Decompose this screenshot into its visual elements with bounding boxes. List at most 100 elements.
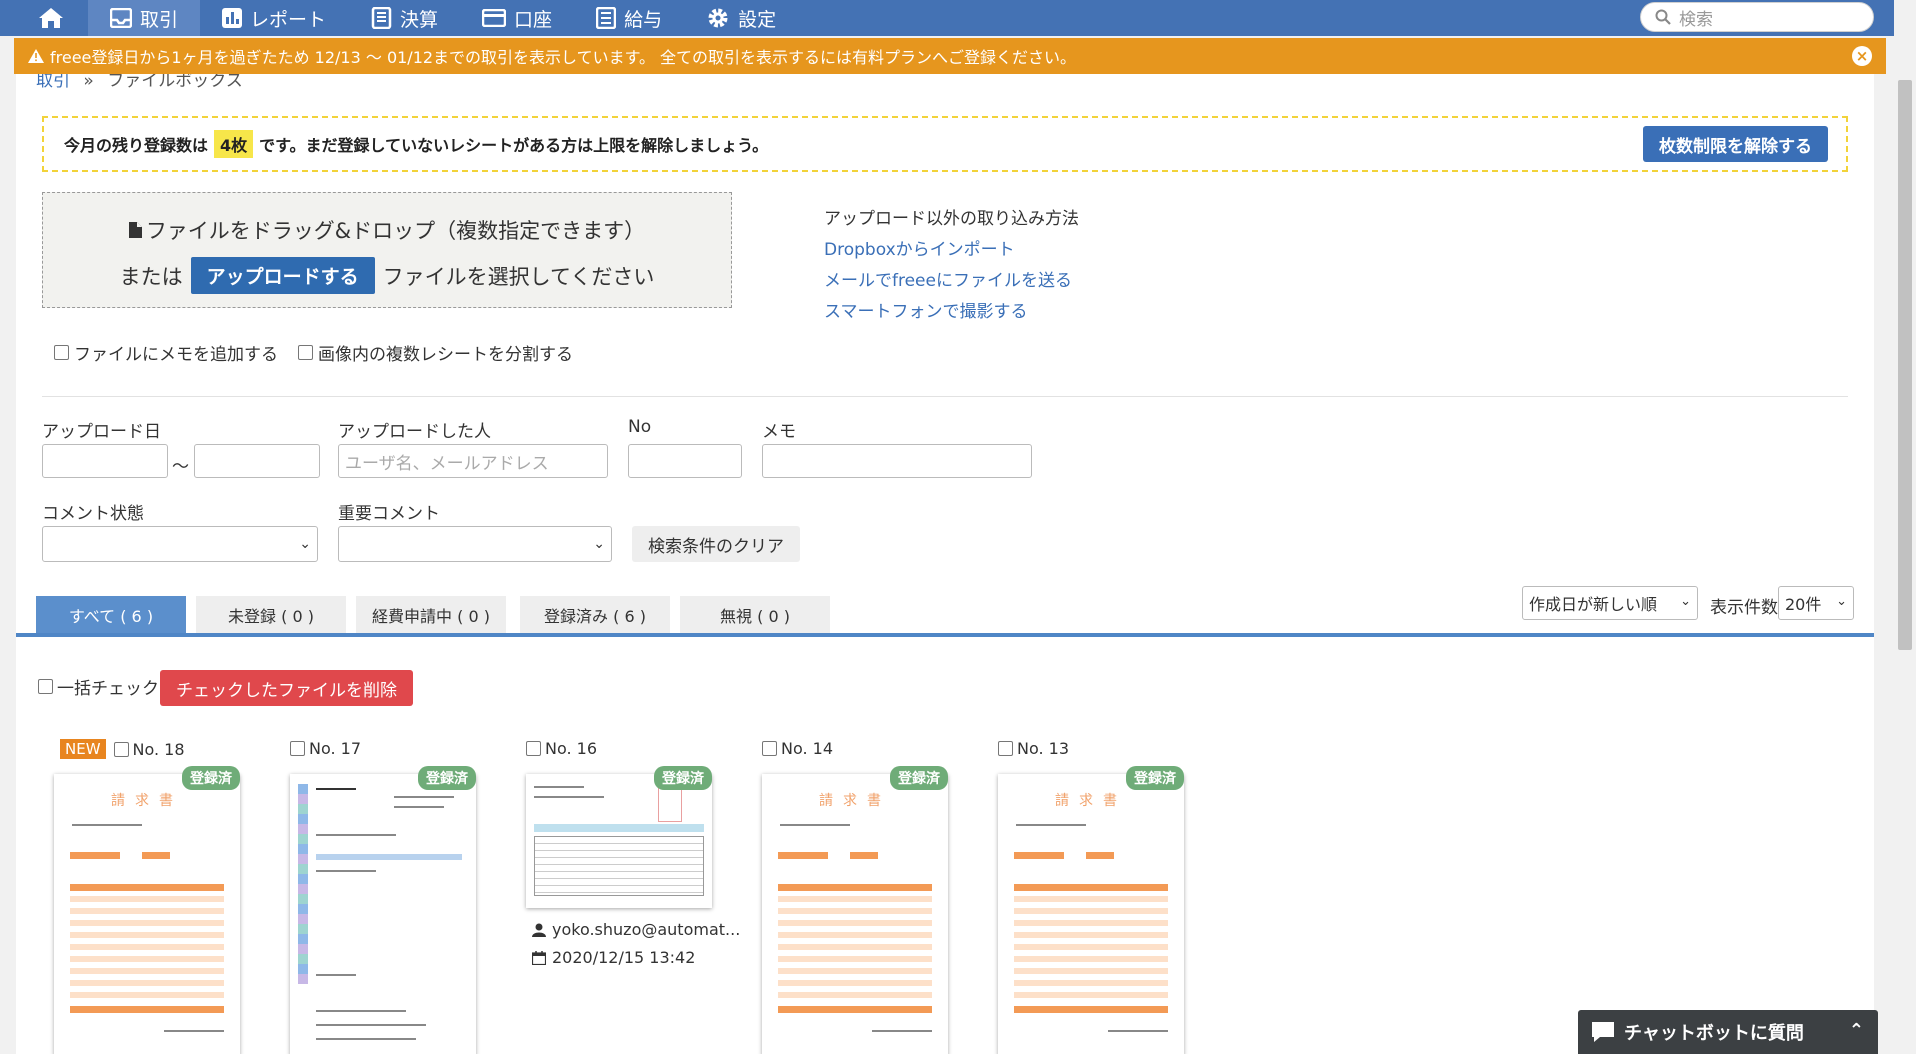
date-range-tilde: ～ [172,457,189,477]
add-memo-checkbox[interactable] [54,345,69,360]
limit-suffix: です。まだ登録していないレシートがある方は上限を解除しましょう。 [259,136,769,155]
sort-select[interactable]: 作成日が新しい順 ⌄ [1522,586,1698,620]
file-card-header: No. 17 [290,739,361,758]
nav-item-label: 給与 [624,8,663,31]
tab-unregistered[interactable]: 未登録 ( 0 ) [196,596,346,633]
remove-limit-button[interactable]: 枚数制限を解除する [1643,126,1828,162]
file-card-header: No. 16 [526,739,597,758]
nav-item-settings[interactable]: 設定 [684,0,798,36]
drop-text: ファイルをドラッグ&ドロップ（複数指定できます） [145,219,646,243]
bulk-check[interactable]: 一括チェック [38,674,159,699]
top-nav: 取引 レポート 決算 口座 給与 設定 検索 [0,0,1916,36]
bulk-check-checkbox[interactable] [38,679,53,694]
main-content: 取引 » ファイルボックス 今月の残り登録数は 4枚 です。まだ登録していないレ… [16,71,1874,1054]
gear-icon [708,8,728,28]
upload-datetime: 2020/12/15 13:42 [532,948,695,967]
upload-date-from-input[interactable] [42,444,168,478]
nav-item-label: 口座 [514,8,553,31]
file-number: No. 14 [781,739,834,758]
invoice-thumbnail[interactable]: 請求書 [54,774,240,1054]
file-checkbox[interactable] [526,741,541,756]
invoice-thumbnail[interactable] [290,774,476,1054]
split-receipts-checkbox[interactable] [298,345,313,360]
add-memo-option[interactable]: ファイルにメモを追加する [54,340,278,365]
file-number: No. 18 [132,739,185,759]
smartphone-capture-link[interactable]: スマートフォンで撮影する [824,297,1079,328]
sort-value: 作成日が新しい順 [1529,595,1658,614]
add-memo-label: ファイルにメモを追加する [74,345,278,365]
upload-button[interactable]: アップロードする [190,257,375,294]
chatbot-label: チャットボットに質問 [1624,1023,1804,1044]
email-upload-link[interactable]: メールでfreeeにファイルを送る [824,266,1079,297]
search-icon [1655,9,1671,25]
no-label: No [628,417,652,437]
search-input[interactable]: 検索 [1640,2,1874,32]
chevron-down-icon: ⌄ [1680,594,1691,609]
close-icon[interactable]: × [1852,46,1872,66]
upload-or-text: または [119,264,183,289]
upload-date-value: 2020/12/15 13:42 [552,948,696,967]
nav-item-payroll[interactable]: 給与 [574,0,684,36]
comment-status-select[interactable]: ⌄ [42,526,318,562]
upload-select-text: ファイルを選択してください [382,264,655,289]
nav-item-reports[interactable]: レポート [200,0,348,36]
tab-ignored[interactable]: 無視 ( 0 ) [680,596,830,633]
delete-checked-button[interactable]: チェックしたファイルを削除 [160,670,413,706]
uploader-placeholder: ユーザ名、メールアドレス [345,453,549,474]
divider [42,396,1848,397]
breadcrumb-link-transactions[interactable]: 取引 [36,71,70,91]
tab-expense-pending[interactable]: 経費申請中 ( 0 ) [356,596,506,633]
nav-home[interactable] [0,0,88,36]
warning-text: freee登録日から1ヶ月を過ぎたため 12/13 ～ 01/12までの取引を表… [50,48,1077,67]
chevron-down-icon: ⌄ [593,536,605,552]
book-icon [371,7,392,29]
file-card-header: No. 14 [762,739,833,758]
file-checkbox[interactable] [113,741,129,757]
file-checkbox[interactable] [998,741,1013,756]
tab-registered[interactable]: 登録済み ( 6 ) [520,596,670,633]
credit-card-icon [482,9,507,27]
calendar-icon [532,950,546,965]
important-comment-select[interactable]: ⌄ [338,526,612,562]
trial-warning-banner: freee登録日から1ヶ月を過ぎたため 12/13 ～ 01/12までの取引を表… [14,38,1886,74]
search-placeholder: 検索 [1679,9,1713,30]
home-icon [39,8,63,28]
no-input[interactable] [628,444,742,478]
chatbot-button[interactable]: チャットボットに質問 ⌃ [1578,1010,1878,1054]
nav-item-transactions[interactable]: 取引 [88,0,201,36]
receipt-thumbnail[interactable] [526,774,712,908]
upload-date-label: アップロード日 [42,422,161,442]
clear-filters-button[interactable]: 検索条件のクリア [632,526,800,562]
file-checkbox[interactable] [290,741,305,756]
registered-badge: 登録済 [418,766,476,790]
invoice-title: 請求書 [1055,793,1127,809]
list-icon [596,7,617,29]
upload-date-to-input[interactable] [194,444,320,478]
user-icon [532,923,546,937]
file-number: No. 13 [1017,739,1070,758]
important-comment-label: 重要コメント [338,504,440,524]
registered-badge: 登録済 [182,766,240,790]
file-icon [128,222,142,238]
uploader-input[interactable]: ユーザ名、メールアドレス [338,444,608,478]
nav-item-label: 設定 [738,8,777,31]
file-drop-zone[interactable]: ファイルをドラッグ&ドロップ（複数指定できます） または アップロードする ファ… [42,192,732,308]
invoice-thumbnail[interactable]: 請求書 [762,774,948,1054]
invoice-title: 請求書 [819,793,891,809]
tab-all[interactable]: すべて ( 6 ) [36,596,186,633]
invoice-thumbnail[interactable]: 請求書 [998,774,1184,1054]
uploader-info: yoko.shuzo@automat... [532,920,740,939]
nav-item-accounts[interactable]: 口座 [460,0,574,36]
scrollbar-thumb[interactable] [1898,80,1912,650]
memo-input[interactable] [762,444,1032,478]
dropbox-import-link[interactable]: Dropboxからインポート [824,235,1079,266]
per-page-label: 表示件数 [1710,598,1778,618]
chat-bubble-icon [1592,1022,1614,1042]
per-page-select[interactable]: 20件 ⌄ [1778,586,1854,620]
chevron-down-icon: ⌄ [1836,594,1847,609]
breadcrumb-separator: » [83,71,94,91]
file-checkbox[interactable] [762,741,777,756]
split-receipts-option[interactable]: 画像内の複数レシートを分割する [298,340,573,365]
limit-count-badge: 4枚 [214,130,254,158]
nav-item-closing[interactable]: 決算 [348,0,460,36]
